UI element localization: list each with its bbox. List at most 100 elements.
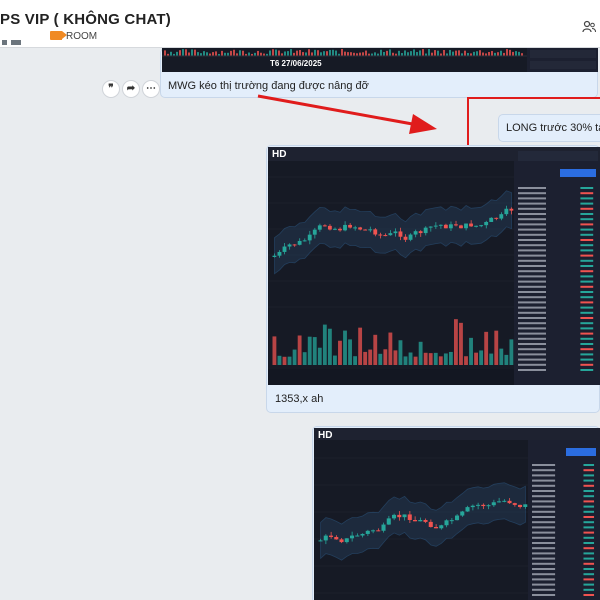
candle xyxy=(350,535,355,539)
side-row-value xyxy=(583,464,595,466)
side-row-value xyxy=(583,521,595,524)
side-row-value xyxy=(580,249,594,252)
candle xyxy=(434,526,439,529)
forward-icon[interactable]: ➦ xyxy=(122,80,140,98)
candle xyxy=(459,225,463,229)
volume-bar xyxy=(341,49,343,56)
side-row-value xyxy=(580,187,594,189)
side-row-label xyxy=(518,343,546,345)
volume-bar xyxy=(443,50,445,56)
volume-bar xyxy=(239,50,241,56)
hd-badge: HD xyxy=(272,149,287,160)
side-row-value xyxy=(580,218,594,221)
candle xyxy=(518,504,523,507)
candle xyxy=(287,244,292,247)
side-row-value xyxy=(583,573,595,576)
volume-bar xyxy=(389,49,391,56)
side-row-value xyxy=(580,363,594,366)
chart-image[interactable]: T6 27/06/2025 xyxy=(162,48,598,72)
volume-bar xyxy=(359,52,361,56)
message-text: 1353,x ah xyxy=(275,393,324,405)
more-icon[interactable]: ⋯ xyxy=(142,80,160,98)
side-row-label xyxy=(532,578,556,581)
side-row-value xyxy=(580,285,594,288)
side-row-label xyxy=(518,270,546,273)
volume-bar xyxy=(212,52,214,56)
volume-bar xyxy=(454,319,458,365)
volume-bar xyxy=(248,52,250,56)
volume-bar xyxy=(284,51,286,56)
side-row-value xyxy=(583,469,595,472)
candle xyxy=(378,234,383,236)
side-row-label xyxy=(532,510,556,513)
volume-bar xyxy=(484,331,489,365)
candle xyxy=(383,235,388,237)
side-row-value xyxy=(583,516,595,518)
volume-bar xyxy=(413,356,418,365)
volume-bar xyxy=(497,52,499,56)
side-row-value xyxy=(583,562,595,565)
side-row-label xyxy=(518,233,546,236)
chart-date-label: T6 27/06/2025 xyxy=(270,59,322,68)
side-row-label xyxy=(532,573,556,576)
volume-bar xyxy=(473,51,475,56)
side-row-label xyxy=(518,223,546,226)
side-row-value xyxy=(580,343,594,345)
quote-icon[interactable]: ❞ xyxy=(102,80,120,98)
volume-bar xyxy=(491,51,493,56)
volume-bar xyxy=(362,52,364,56)
candle xyxy=(455,515,460,521)
side-row-label xyxy=(518,369,546,371)
volume-bar xyxy=(363,351,368,365)
candle xyxy=(358,227,363,230)
side-row-value xyxy=(580,197,594,200)
members-icon[interactable] xyxy=(582,20,596,34)
candle xyxy=(476,504,481,506)
candle xyxy=(423,227,428,234)
side-row-value xyxy=(583,531,595,534)
candle xyxy=(438,224,443,226)
volume-bar xyxy=(499,348,504,365)
volume-bar xyxy=(455,50,457,56)
chart-image[interactable]: HD xyxy=(268,147,600,385)
candle xyxy=(302,240,307,242)
volume-bar xyxy=(388,332,393,365)
side-row-label xyxy=(518,202,546,205)
side-row-value xyxy=(580,322,594,325)
candle xyxy=(504,208,509,215)
volume-bar xyxy=(365,50,367,56)
volume-bar xyxy=(348,339,352,365)
candle xyxy=(403,236,408,240)
side-row-value xyxy=(583,505,595,508)
volume-bar xyxy=(320,52,322,56)
volume-bar xyxy=(329,49,331,56)
candle xyxy=(344,538,349,543)
volume-bar xyxy=(312,337,317,365)
volume-bar xyxy=(488,52,490,56)
volume-bar xyxy=(275,49,277,56)
volume-bar xyxy=(434,50,436,56)
chart-image[interactable]: HD xyxy=(314,428,600,600)
candle xyxy=(439,525,444,529)
volume-bar xyxy=(353,356,358,365)
side-row-value xyxy=(583,490,595,492)
candle xyxy=(428,521,433,527)
side-row-label xyxy=(532,516,556,518)
candle xyxy=(433,225,438,227)
candle xyxy=(443,224,448,229)
side-row-label xyxy=(518,337,546,340)
side-row-label xyxy=(518,265,546,267)
volume-bar xyxy=(323,51,325,56)
side-row-label xyxy=(532,568,556,570)
side-row-value xyxy=(580,223,594,226)
volume-bar xyxy=(398,50,400,56)
candle xyxy=(474,225,479,227)
side-row-value xyxy=(583,588,595,591)
side-row-label xyxy=(532,495,556,498)
candle xyxy=(413,231,418,235)
side-row-value xyxy=(580,280,594,283)
candle xyxy=(392,514,397,519)
volume-bar xyxy=(221,50,223,56)
volume-bar xyxy=(428,353,433,365)
side-row-value xyxy=(583,552,595,555)
